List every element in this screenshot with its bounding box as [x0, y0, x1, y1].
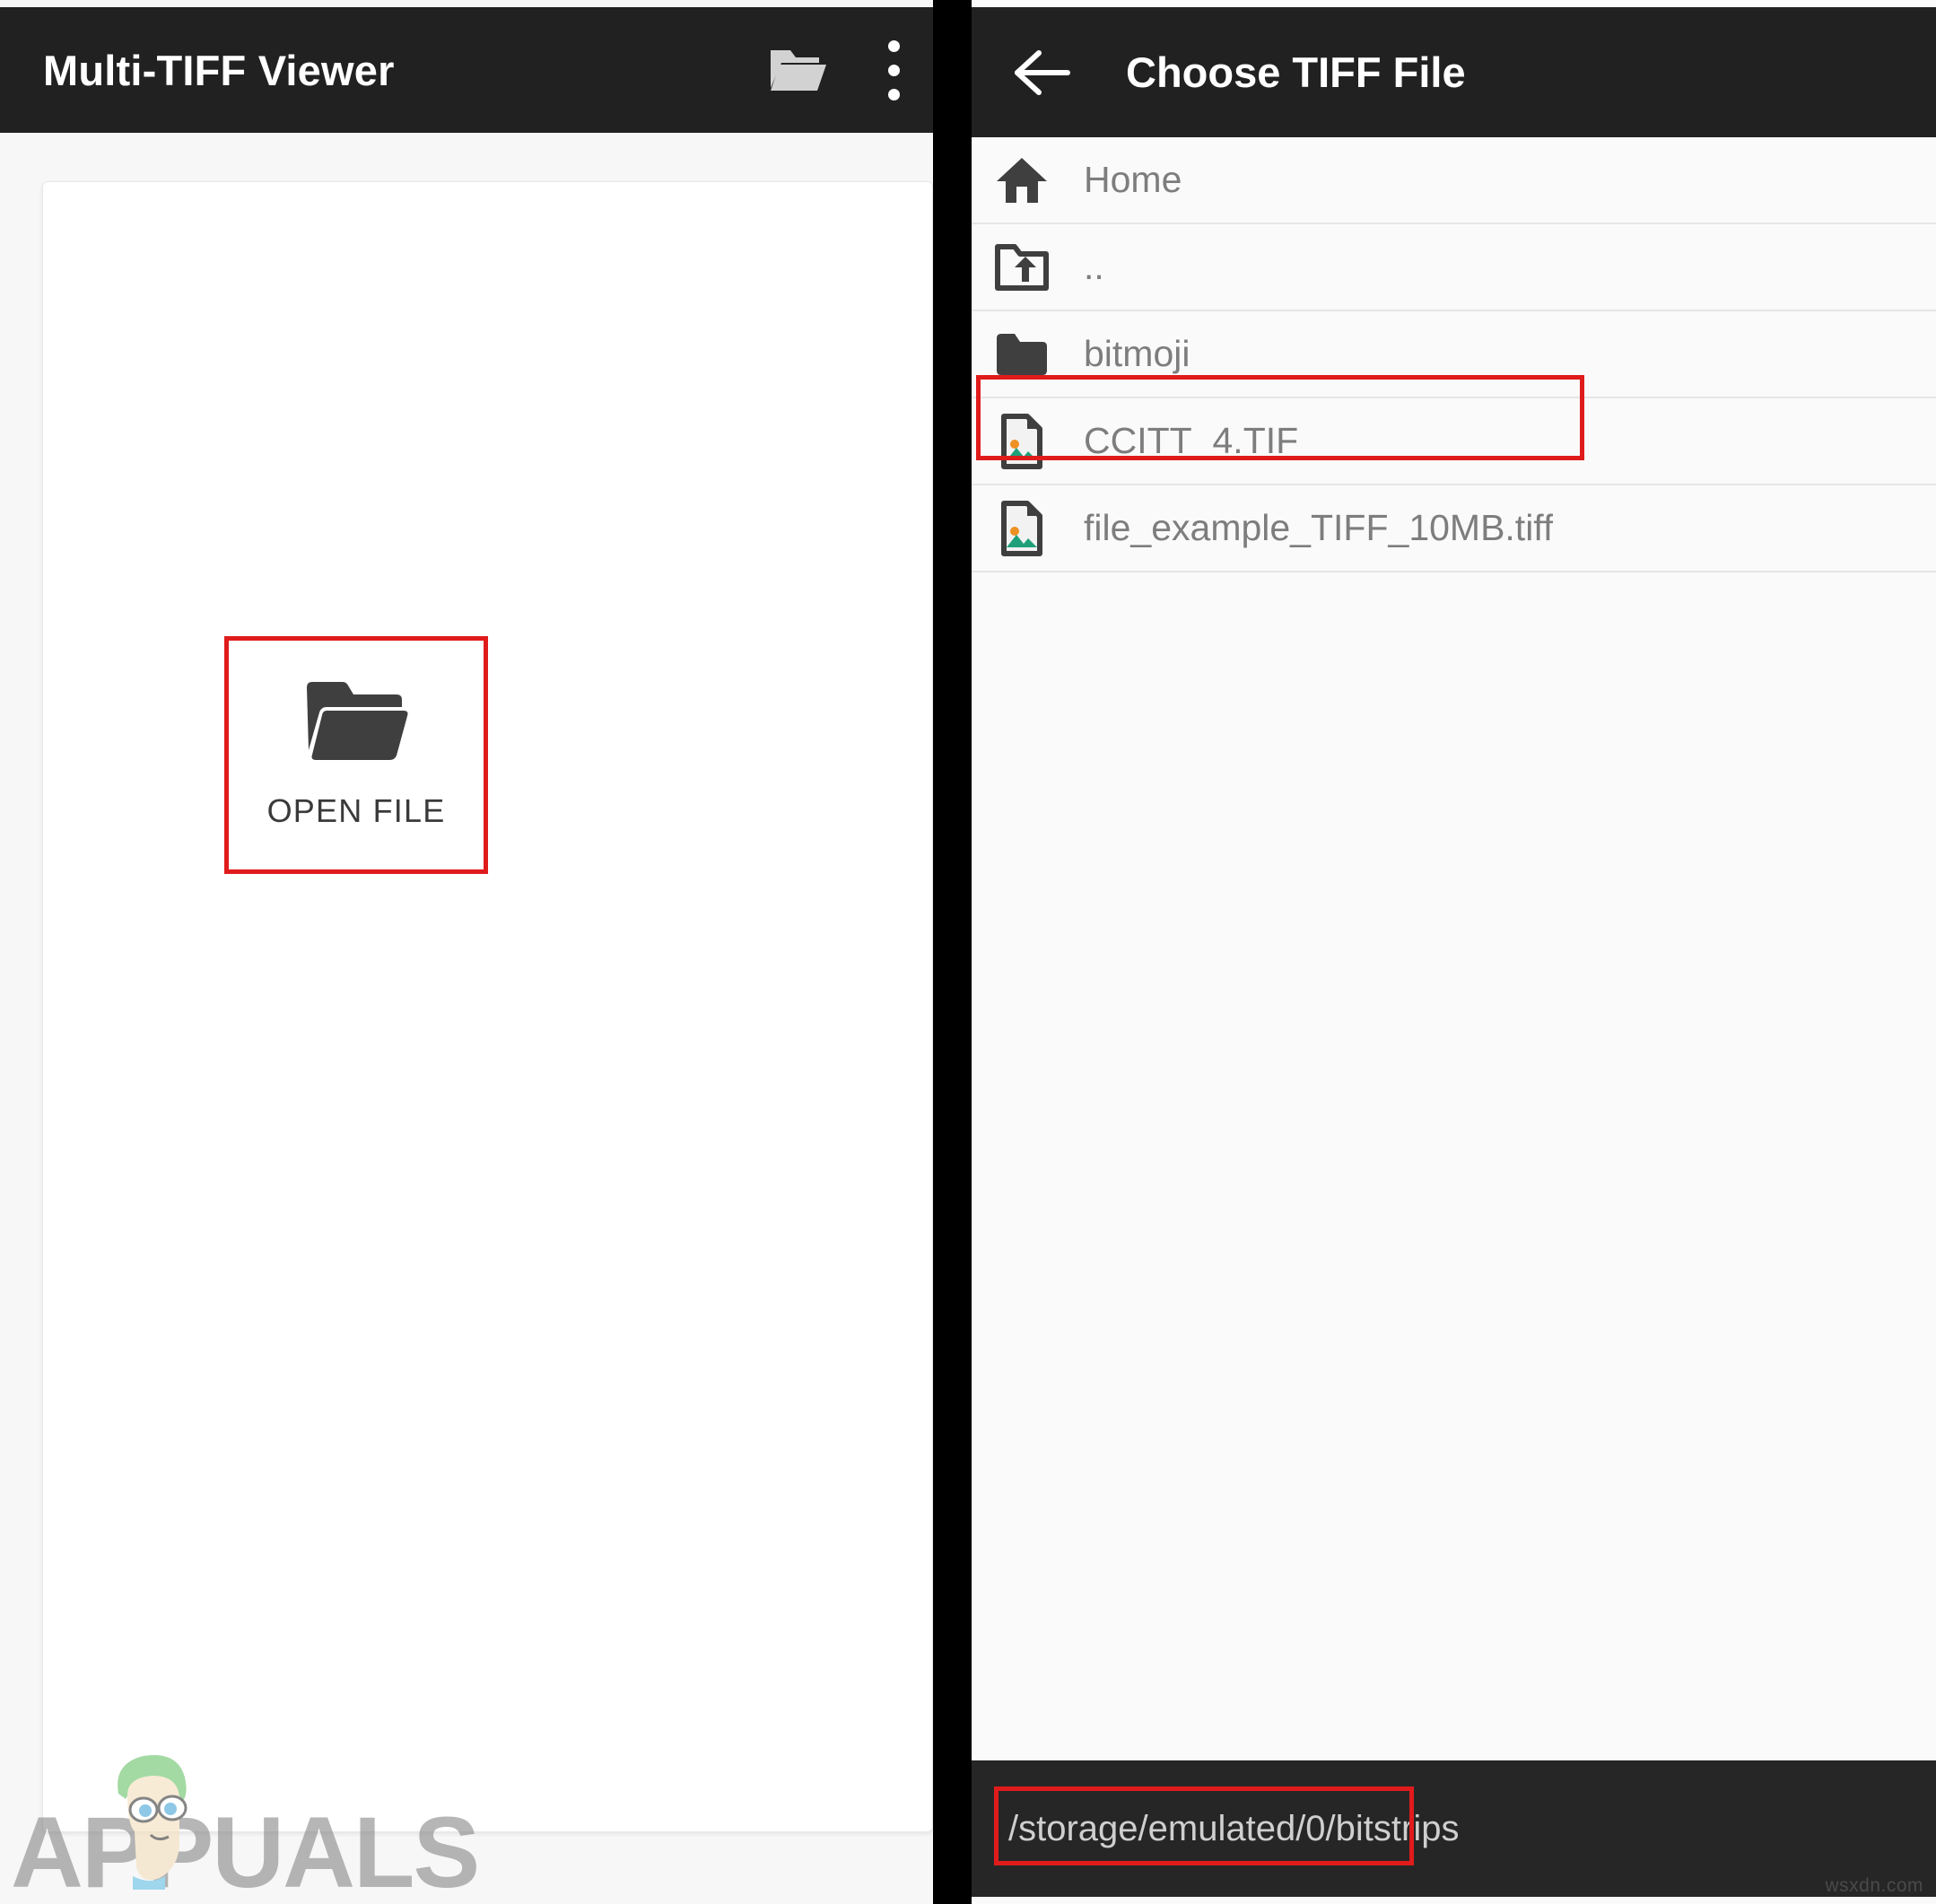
- viewer-canvas: [42, 181, 933, 1832]
- chooser-title: Choose TIFF File: [1126, 48, 1466, 96]
- list-item-folder-bitmoji[interactable]: bitmoji: [972, 311, 1936, 398]
- list-item-parent[interactable]: ..: [972, 224, 1936, 311]
- folder-open-icon[interactable]: [755, 27, 842, 113]
- folder-icon: [994, 331, 1050, 378]
- folder-glyph: [997, 333, 1047, 375]
- image-file-icon: [994, 500, 1050, 556]
- menu-dot: [887, 39, 900, 52]
- current-path-text: /storage/emulated/0/bitstrips: [1008, 1808, 1460, 1848]
- folder-up-glyph: [995, 243, 1049, 291]
- home-glyph: [997, 157, 1047, 203]
- image-file-glyph: [1001, 413, 1042, 469]
- menu-dot: [887, 88, 900, 100]
- overflow-menu-icon[interactable]: [850, 27, 937, 113]
- current-path-bar: /storage/emulated/0/bitstrips: [972, 1760, 1936, 1897]
- menu-dot: [887, 64, 900, 76]
- viewer-toolbar: Multi-TIFF Viewer: [0, 7, 969, 133]
- folder-open-glyph: [771, 50, 826, 91]
- open-file-highlight-box: [224, 636, 488, 874]
- panel-divider: [933, 0, 972, 1904]
- page-title: Multi-TIFF Viewer: [43, 46, 395, 94]
- list-item-label: CCITT_4.TIF: [1084, 420, 1299, 461]
- list-item-label: bitmoji: [1084, 333, 1190, 374]
- home-icon: [994, 156, 1050, 205]
- arrow-left-glyph: [1015, 49, 1070, 95]
- arrow-left-icon[interactable]: [993, 23, 1092, 122]
- list-item-home[interactable]: Home: [972, 137, 1936, 224]
- file-chooser-panel: Choose TIFF File Home .. bitmoji CCITT_4…: [972, 0, 1936, 1904]
- folder-up-icon: [994, 243, 1050, 291]
- file-list: Home .. bitmoji CCITT_4.TIF file_example…: [972, 137, 1936, 572]
- screenshot-root: Multi-TIFF Viewer OPEN FILE APPUALS Choo…: [0, 0, 1936, 1904]
- source-watermark: wsxdn.com: [1825, 1875, 1923, 1896]
- list-item-file-ccitt[interactable]: CCITT_4.TIF: [972, 398, 1936, 485]
- list-item-file-example[interactable]: file_example_TIFF_10MB.tiff: [972, 485, 1936, 572]
- image-file-icon: [994, 413, 1050, 469]
- viewer-panel: Multi-TIFF Viewer OPEN FILE APPUALS: [0, 0, 969, 1904]
- list-item-label: file_example_TIFF_10MB.tiff: [1084, 507, 1554, 548]
- list-item-label: Home: [1084, 159, 1182, 200]
- chooser-toolbar: Choose TIFF File: [972, 7, 1936, 137]
- image-file-glyph: [1001, 500, 1042, 556]
- list-item-label: ..: [1084, 246, 1104, 287]
